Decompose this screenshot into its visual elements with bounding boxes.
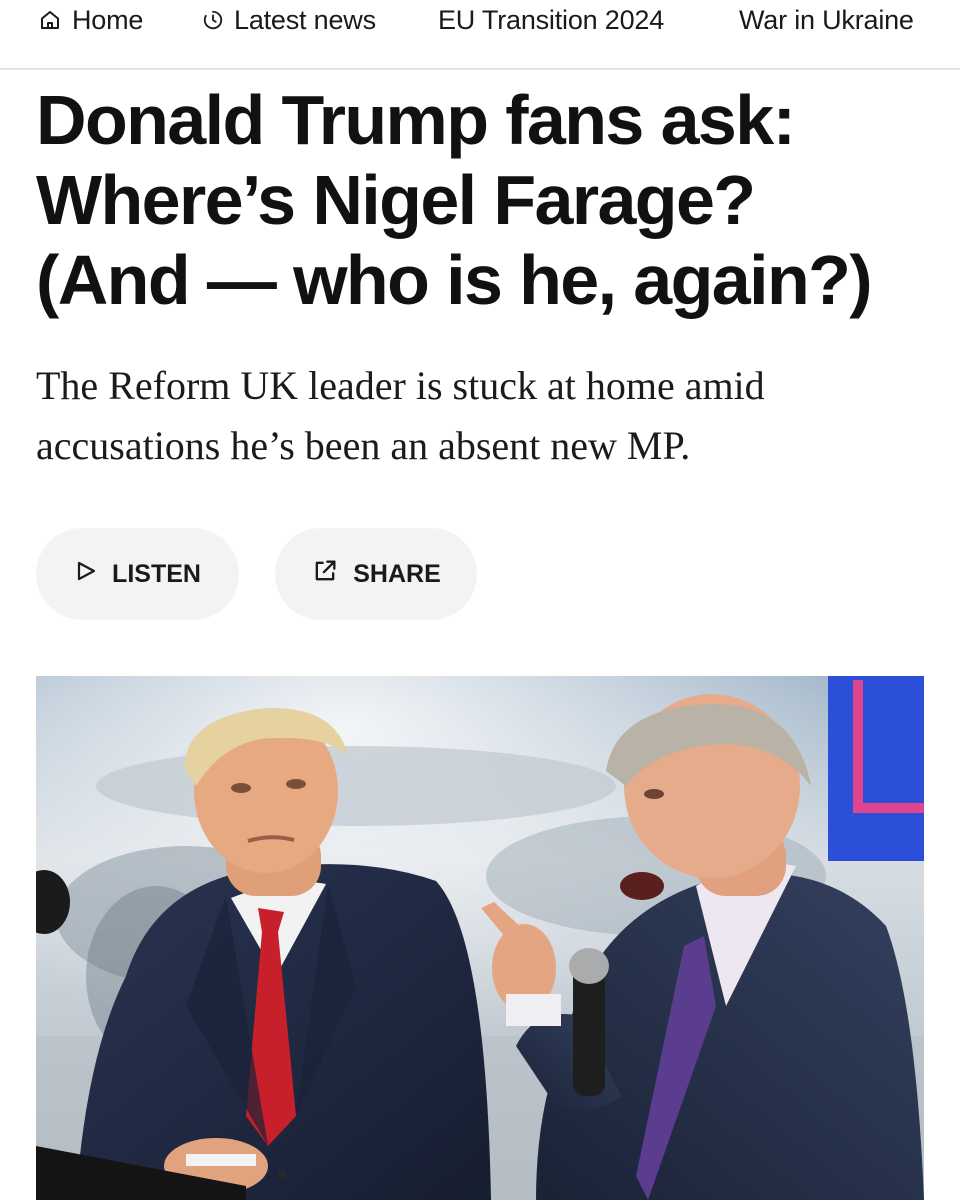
- nav-fade: [920, 0, 960, 66]
- nav-item-latest-news[interactable]: Latest news: [202, 0, 376, 40]
- nav-item-home[interactable]: Home: [38, 0, 143, 40]
- article-headline: Donald Trump fans ask: Where’s Nigel Far…: [36, 80, 936, 320]
- nav-item-war-in-ukraine[interactable]: War in Ukraine: [739, 0, 914, 40]
- listen-button[interactable]: LISTEN: [36, 528, 239, 620]
- headline-line: Where’s Nigel Farage?: [36, 161, 756, 239]
- home-icon: [38, 8, 62, 32]
- headline-line: (And — who is he, again?): [36, 241, 873, 319]
- play-icon: [74, 559, 98, 590]
- nav-item-eu-transition[interactable]: EU Transition 2024: [438, 0, 664, 40]
- nav-item-label: Latest news: [234, 4, 376, 35]
- share-button[interactable]: SHARE: [275, 528, 477, 620]
- nav-item-label: War in Ukraine: [739, 4, 914, 35]
- share-icon: [311, 557, 339, 592]
- article-photo[interactable]: [36, 676, 924, 1200]
- headline-line: Donald Trump fans ask:: [36, 81, 796, 159]
- share-label: SHARE: [353, 559, 441, 588]
- dek-line: The Reform UK leader is stuck at home am…: [36, 363, 765, 408]
- dek-line: accusations he’s been an absent new MP.: [36, 423, 691, 468]
- clock-icon: [202, 9, 224, 31]
- article-dek: The Reform UK leader is stuck at home am…: [36, 356, 916, 476]
- nav-item-label: Home: [72, 4, 144, 35]
- top-nav: Home Latest news EU Transition 2024 War …: [0, 0, 960, 70]
- listen-label: LISTEN: [112, 559, 201, 588]
- nav-item-label: EU Transition 2024: [438, 4, 665, 35]
